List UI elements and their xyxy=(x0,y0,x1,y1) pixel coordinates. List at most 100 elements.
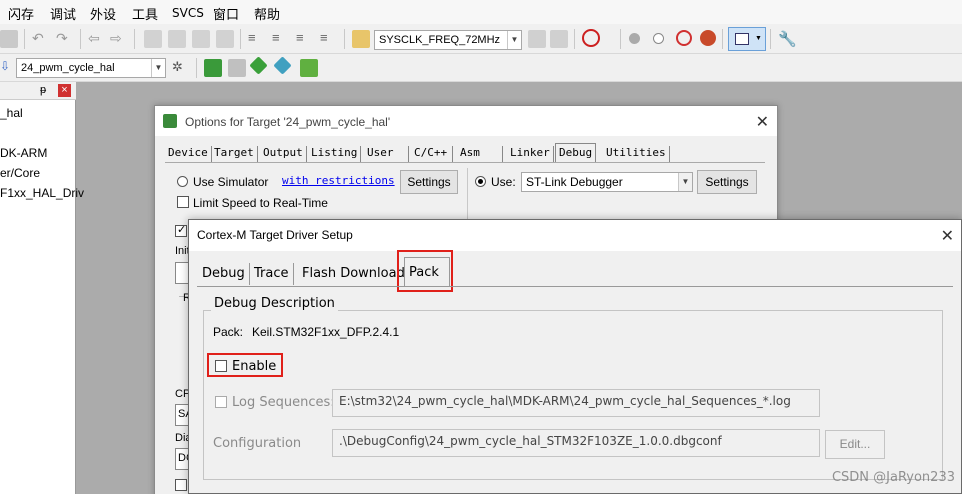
warn-checkbox[interactable] xyxy=(175,479,187,491)
tab-linker[interactable]: Linker xyxy=(507,146,554,162)
bookmark-clear-icon[interactable] xyxy=(216,30,234,48)
options-dialog-titlebar: Options for Target '24_pwm_cycle_hal' ✕ xyxy=(155,106,777,136)
tab-debug[interactable]: Debug xyxy=(555,143,597,163)
tab-utilities[interactable]: Utilities xyxy=(603,146,670,162)
nav-forward-icon[interactable]: ⇨ xyxy=(110,30,128,48)
tab-trace[interactable]: Trace xyxy=(254,263,294,285)
debugger-select[interactable]: ST-Link Debugger ▼ xyxy=(521,172,693,192)
tab-user[interactable]: User xyxy=(364,146,409,162)
paste-icon[interactable] xyxy=(0,30,18,48)
debugger-select-value: ST-Link Debugger xyxy=(526,175,623,189)
find-in-files-icon[interactable] xyxy=(352,30,370,48)
select-packs-icon[interactable] xyxy=(273,56,292,75)
tab-listing[interactable]: Listing xyxy=(308,146,362,162)
with-restrictions-link[interactable]: with restrictions xyxy=(282,174,395,187)
cortex-dialog-title: Cortex-M Target Driver Setup xyxy=(197,228,353,242)
comment-icon[interactable]: ≡ xyxy=(296,30,314,48)
breakpoint-insert-icon[interactable] xyxy=(629,33,640,44)
configuration-value: .\DebugConfig\24_pwm_cycle_hal_STM32F103… xyxy=(339,434,722,448)
window-icon xyxy=(735,33,749,45)
nav-back-icon[interactable]: ⇦ xyxy=(88,30,106,48)
incremental-find-icon[interactable] xyxy=(550,30,568,48)
target-combo[interactable]: 24_pwm_cycle_hal ▼ xyxy=(16,58,166,78)
cortex-dialog-titlebar: Cortex-M Target Driver Setup ✕ xyxy=(189,220,961,251)
watermark: CSDN @JaRyon233 xyxy=(831,470,955,485)
use-label: Use: xyxy=(491,175,516,189)
tab-flash-download[interactable]: Flash Download xyxy=(302,263,410,285)
debugger-settings-button[interactable]: Settings xyxy=(697,170,757,194)
unindent-icon[interactable]: ≡ xyxy=(272,30,290,48)
menu-help[interactable]: 帮助 xyxy=(254,4,280,23)
bookmark-icon[interactable] xyxy=(144,30,162,48)
use-debugger-radio[interactable] xyxy=(475,176,486,187)
manage-project-icon[interactable] xyxy=(204,59,222,77)
tab-c-cpp[interactable]: C/C++ xyxy=(411,146,453,162)
indent-icon[interactable]: ≡ xyxy=(248,30,266,48)
chevron-down-icon: ▼ xyxy=(507,31,521,49)
toolbar-separator xyxy=(196,58,197,78)
breakpoint-clear-icon[interactable] xyxy=(676,30,692,46)
use-simulator-radio[interactable] xyxy=(177,176,188,187)
menu-window[interactable]: 窗口 xyxy=(213,4,239,23)
define-combo-value: SYSCLK_FREQ_72MHz xyxy=(379,34,501,46)
toolbar-separator xyxy=(620,29,621,49)
undo-icon[interactable]: ↶ xyxy=(32,30,50,48)
tab-output[interactable]: Output xyxy=(260,146,307,162)
debug-session-icon[interactable] xyxy=(582,29,600,47)
redo-icon[interactable]: ↷ xyxy=(56,30,74,48)
pin-icon[interactable]: ᵽ xyxy=(40,84,46,96)
configuration-label: Configuration xyxy=(213,436,302,451)
menu-flash[interactable]: 闪存 xyxy=(8,4,34,23)
chevron-down-icon: ▼ xyxy=(151,59,165,77)
menu-tools[interactable]: 工具 xyxy=(132,4,158,23)
menu-peripherals[interactable]: 外设 xyxy=(90,4,116,23)
tab-device[interactable]: Device xyxy=(165,146,212,162)
toolbar-separator xyxy=(24,29,25,49)
toolbar-separator xyxy=(240,29,241,49)
window-layout-button[interactable]: ▼ xyxy=(728,27,766,51)
breakpoint-disable-icon[interactable] xyxy=(653,33,664,44)
toolbar-separator xyxy=(80,29,81,49)
tree-item[interactable]: F1xx_HAL_Driv xyxy=(0,186,84,200)
close-icon[interactable]: ✕ xyxy=(941,226,954,246)
uncomment-icon[interactable]: ≡ xyxy=(320,30,338,48)
file-extensions-icon[interactable] xyxy=(228,59,246,77)
toolbar-separator xyxy=(574,29,575,49)
tab-target[interactable]: Target xyxy=(211,146,258,162)
toolbar-separator xyxy=(134,29,135,49)
log-sequences-field[interactable]: E:\stm32\24_pwm_cycle_hal\MDK-ARM\24_pwm… xyxy=(332,389,820,417)
edit-button[interactable]: Edit... xyxy=(825,430,885,459)
close-icon[interactable]: × xyxy=(58,84,71,97)
find-icon[interactable] xyxy=(528,30,546,48)
toolbar-separator xyxy=(344,29,345,49)
bookmark-prev-icon[interactable] xyxy=(168,30,186,48)
tree-item[interactable]: DK-ARM xyxy=(0,146,47,160)
tab-asm[interactable]: Asm xyxy=(457,146,503,162)
tree-item[interactable]: er/Core xyxy=(0,166,40,180)
bookmark-next-icon[interactable] xyxy=(192,30,210,48)
pack-installer-icon[interactable] xyxy=(249,56,268,75)
target-options-icon[interactable]: ✲ xyxy=(172,59,190,77)
chevron-down-icon: ▼ xyxy=(755,35,762,42)
options-dialog-title: Options for Target '24_pwm_cycle_hal' xyxy=(185,115,391,129)
menu-bar: 闪存 调试 外设 工具 SVCS 窗口 帮助 xyxy=(0,0,962,24)
breakpoint-kill-icon[interactable] xyxy=(700,30,716,46)
project-panel-header: ᵽ × xyxy=(0,82,76,100)
limit-speed-checkbox[interactable] xyxy=(177,196,189,208)
tab-debug[interactable]: Debug xyxy=(202,263,250,285)
group-title: Debug Description xyxy=(211,296,338,311)
load-app-checkbox[interactable]: ✓ xyxy=(175,224,187,237)
define-combo[interactable]: SYSCLK_FREQ_72MHz ▼ xyxy=(374,30,522,50)
menu-debug[interactable]: 调试 xyxy=(50,4,76,23)
log-sequences-value: E:\stm32\24_pwm_cycle_hal\MDK-ARM\24_pwm… xyxy=(339,394,791,408)
wrench-icon[interactable]: 🔧 xyxy=(778,30,797,48)
simulator-settings-button[interactable]: Settings xyxy=(400,170,458,194)
configuration-field[interactable]: .\DebugConfig\24_pwm_cycle_hal_STM32F103… xyxy=(332,429,820,457)
tree-item[interactable]: _hal xyxy=(0,106,23,120)
keil-app-icon xyxy=(163,114,177,128)
run-time-env-icon[interactable] xyxy=(300,59,318,77)
close-icon[interactable]: ✕ xyxy=(756,112,769,132)
menu-svcs[interactable]: SVCS xyxy=(172,6,204,20)
log-sequences-checkbox[interactable] xyxy=(215,396,227,408)
check-icon: ✓ xyxy=(177,224,187,236)
